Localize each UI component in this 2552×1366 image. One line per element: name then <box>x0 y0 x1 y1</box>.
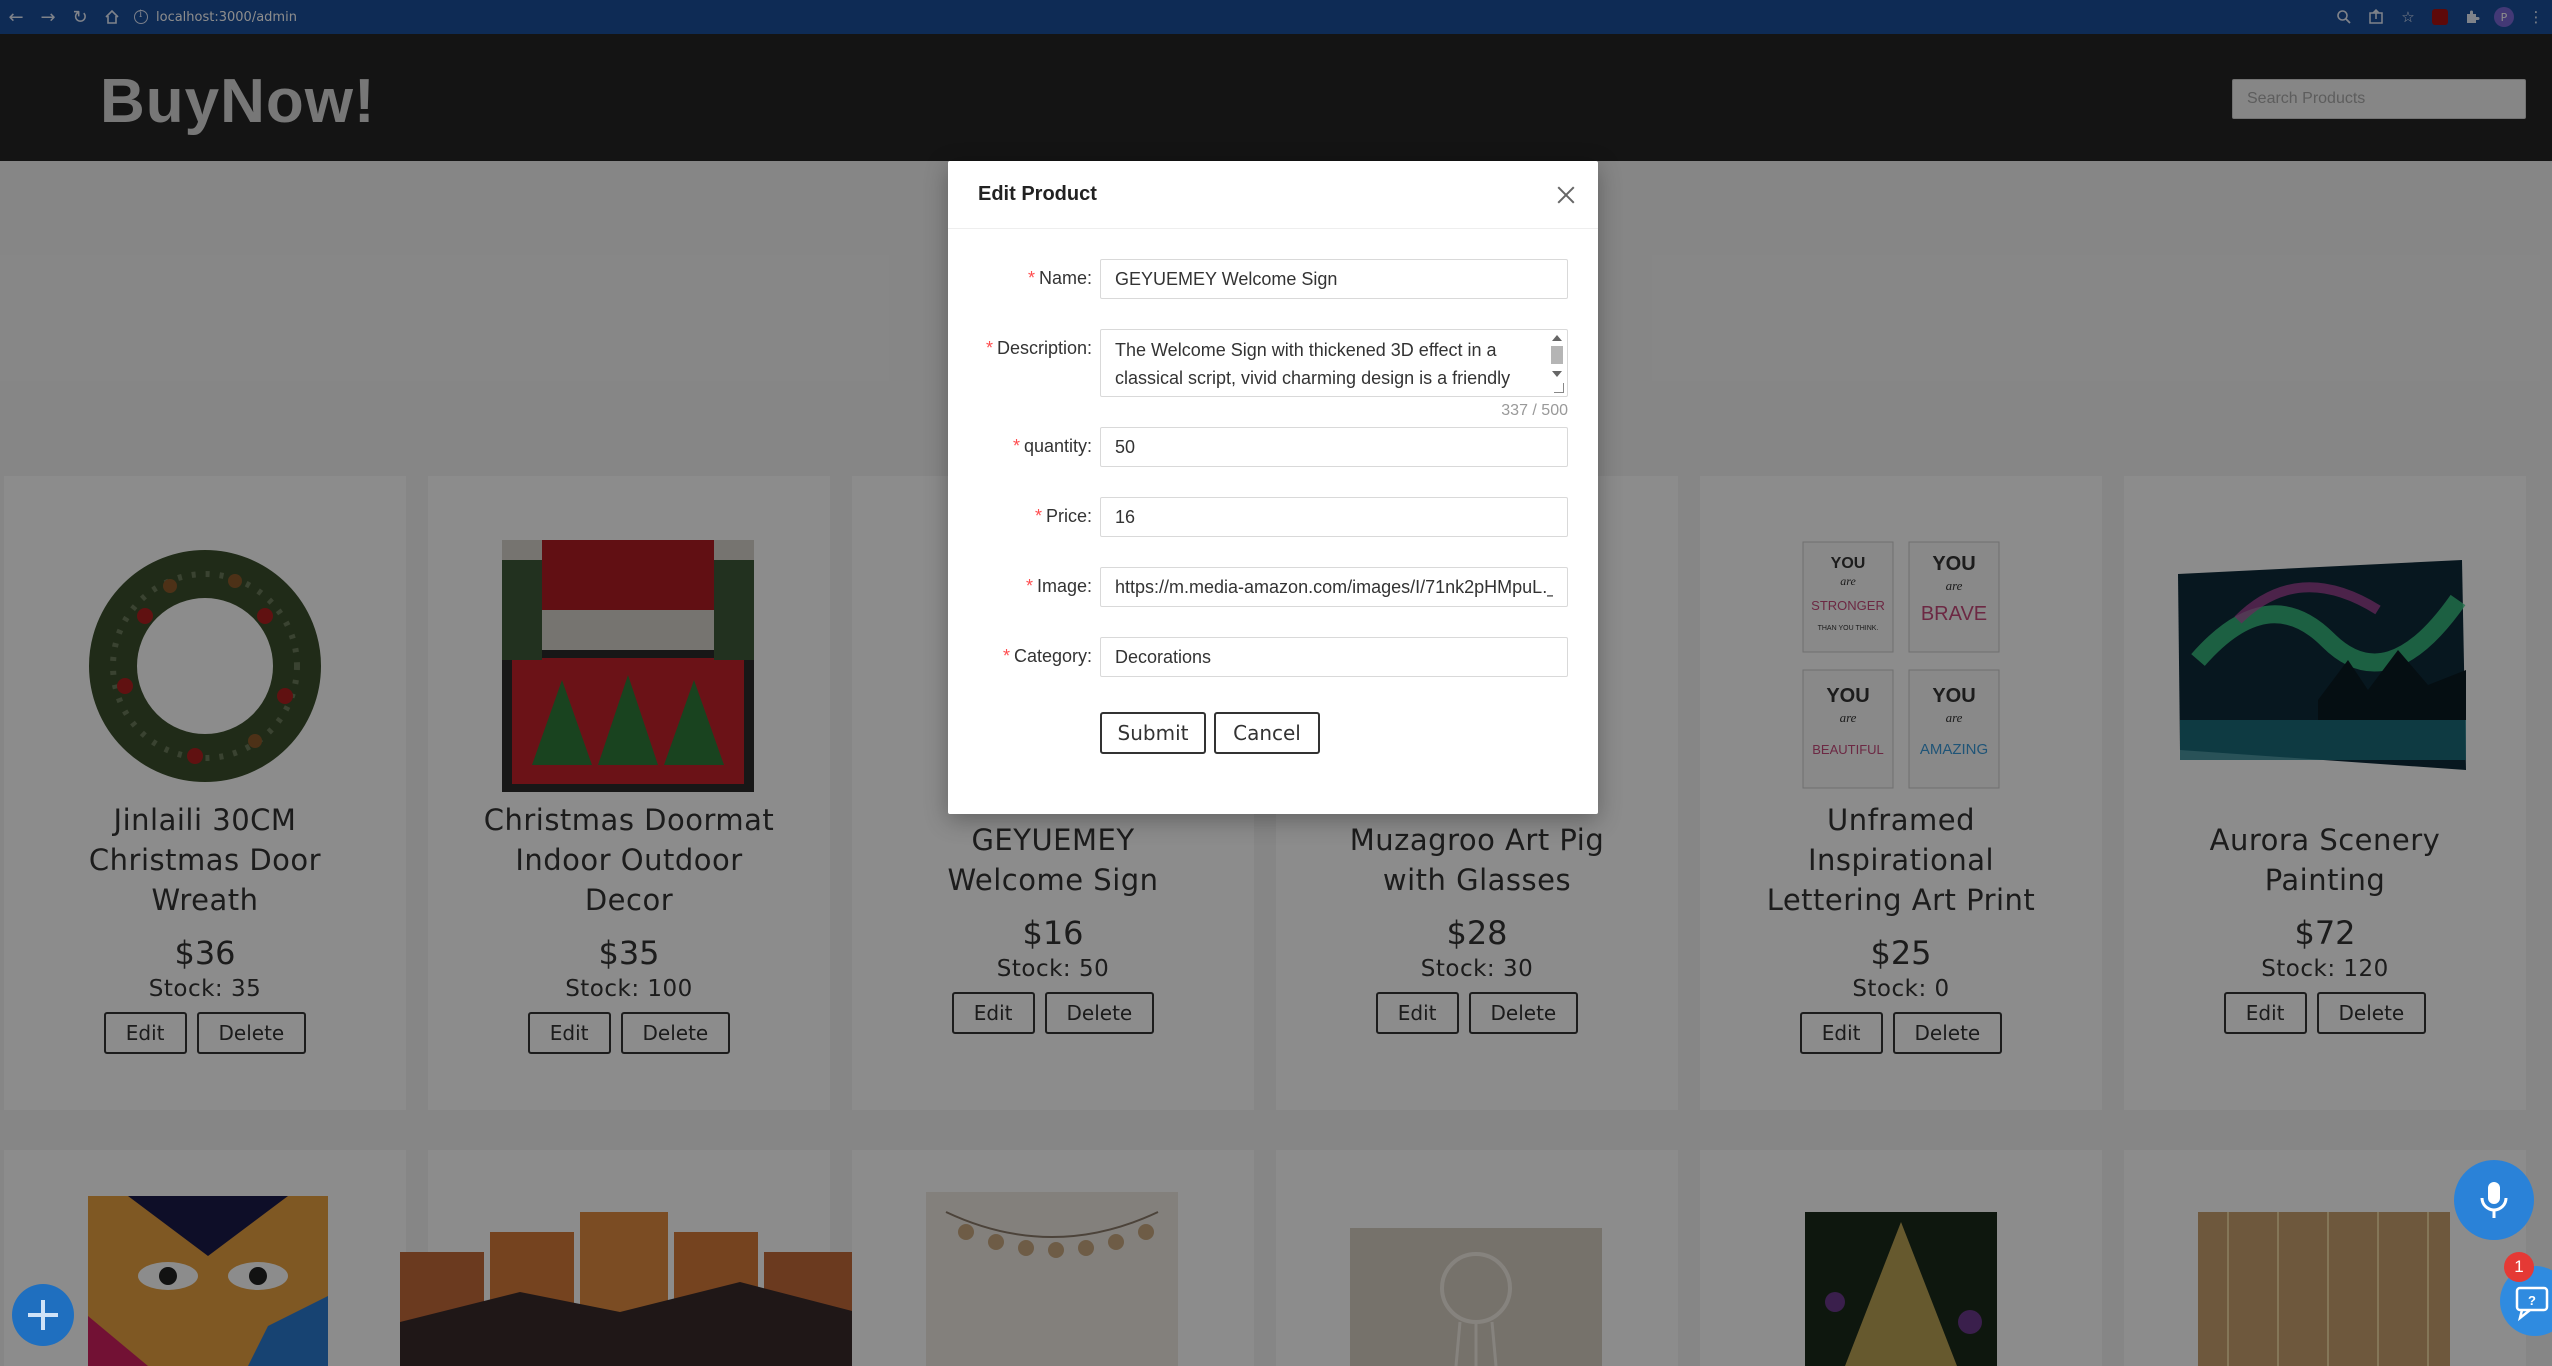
name-label: * Name: <box>1027 268 1092 288</box>
add-product-button[interactable] <box>12 1284 74 1346</box>
price-row: * Price: <box>948 497 1598 537</box>
description-row: * Description: The Welcome Sign with thic… <box>948 329 1598 397</box>
svg-text:?: ? <box>2528 1293 2536 1308</box>
notification-badge: 1 <box>2504 1252 2534 1282</box>
description-textarea[interactable]: The Welcome Sign with thickened 3D effec… <box>1100 329 1568 397</box>
name-row: * Name: <box>948 259 1598 299</box>
name-input[interactable] <box>1100 259 1568 299</box>
submit-button[interactable]: Submit <box>1100 712 1206 754</box>
close-icon[interactable] <box>1556 185 1576 205</box>
description-label: * Description: <box>985 338 1092 358</box>
character-count: 337 / 500 <box>1501 402 1568 419</box>
price-label: * Price: <box>1034 506 1092 526</box>
quantity-label: * quantity: <box>1012 436 1092 456</box>
category-row: * Category: <box>948 637 1598 677</box>
quantity-input[interactable] <box>1100 427 1568 467</box>
quantity-row: * quantity: <box>948 427 1598 467</box>
cancel-button[interactable]: Cancel <box>1214 712 1320 754</box>
category-input[interactable] <box>1100 637 1568 677</box>
modal-title: Edit Product <box>978 183 1097 205</box>
category-label: * Category: <box>1002 646 1092 666</box>
price-input[interactable] <box>1100 497 1568 537</box>
microphone-icon <box>2480 1182 2508 1218</box>
resize-grip-icon <box>1554 383 1564 393</box>
image-label: * Image: <box>1025 576 1092 596</box>
modal-header: Edit Product <box>948 161 1598 229</box>
edit-product-modal: Edit Product *Name: *Description: The We… <box>948 161 1598 814</box>
image-row: * Image: <box>948 567 1598 607</box>
image-url-input[interactable] <box>1100 567 1568 607</box>
microphone-button[interactable] <box>2454 1160 2534 1240</box>
textarea-scrollbar[interactable] <box>1548 331 1566 395</box>
